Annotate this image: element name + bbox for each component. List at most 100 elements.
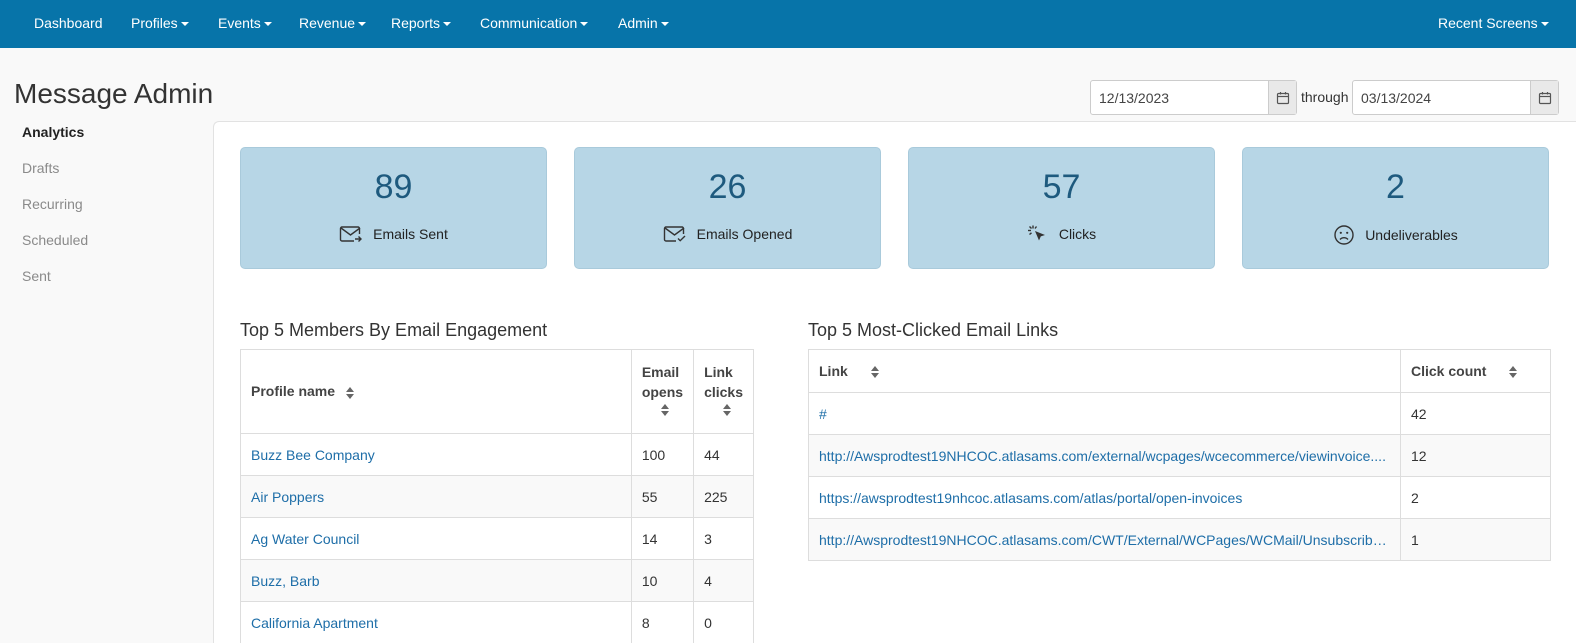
nav-communication[interactable]: Communication: [480, 15, 589, 31]
end-date-input[interactable]: 03/13/2024: [1352, 80, 1559, 115]
member-link[interactable]: California Apartment: [251, 615, 378, 631]
table-row: http://Awsprodtest19NHCOC.atlasams.com/C…: [808, 518, 1551, 561]
col-header-link-clicks[interactable]: Link clicks: [693, 349, 754, 434]
click-count-cell: 42: [1400, 392, 1551, 435]
end-date-calendar-button[interactable]: [1530, 81, 1558, 114]
email-opens-cell: 14: [630, 517, 695, 560]
stat-label-row: Undeliverables: [1243, 224, 1548, 246]
click-count-cell: 12: [1400, 434, 1551, 477]
through-label: through: [1301, 89, 1349, 105]
nav-revenue-label: Revenue: [299, 15, 356, 31]
col-header-click-count[interactable]: Click count: [1400, 349, 1551, 393]
nav-recent-screens[interactable]: Recent Screens: [1438, 15, 1549, 31]
nav-dashboard[interactable]: Dashboard: [34, 15, 103, 31]
caret-down-icon: [263, 22, 272, 27]
sidebar-item-scheduled[interactable]: Scheduled: [22, 232, 88, 248]
table-header-row: Profile name Email opens Link clicks: [240, 349, 754, 434]
stat-card-emails-sent: 89 Emails Sent: [240, 147, 547, 269]
nav-recent-label: Recent Screens: [1438, 15, 1538, 31]
member-link[interactable]: Buzz Bee Company: [251, 447, 375, 463]
stat-label-row: Emails Sent: [241, 224, 546, 244]
stat-label-row: Clicks: [909, 224, 1214, 244]
caret-down-icon: [443, 22, 452, 27]
col-header-label: Profile name: [251, 383, 336, 400]
stat-label: Undeliverables: [1365, 227, 1458, 243]
link-clicks-cell: 3: [693, 517, 754, 560]
link-clicks-cell: 44: [693, 433, 754, 476]
stat-value: 2: [1386, 168, 1405, 206]
email-opens-cell: 100: [630, 433, 695, 476]
nav-admin-label: Admin: [618, 15, 658, 31]
sidebar-item-drafts[interactable]: Drafts: [22, 160, 59, 176]
col-header-email-opens[interactable]: Email opens: [630, 349, 695, 434]
caret-down-icon: [660, 22, 669, 27]
click-count-cell: 2: [1400, 476, 1551, 519]
col-header-profile-name[interactable]: Profile name: [240, 349, 632, 434]
stat-label: Emails Opened: [696, 226, 793, 242]
nav-profiles-label: Profiles: [131, 15, 178, 31]
email-opens-cell: 8: [630, 601, 695, 643]
nav-profiles[interactable]: Profiles: [131, 15, 189, 31]
member-link[interactable]: Ag Water Council: [251, 531, 359, 547]
start-date-value: 12/13/2023: [1099, 90, 1170, 106]
link-clicks-cell: 225: [693, 475, 754, 518]
stat-card-clicks: 57 Clicks: [908, 147, 1215, 269]
col-header-label: Email: [641, 363, 680, 380]
sad-face-icon: [1334, 225, 1354, 245]
table-header-row: Link Click count: [808, 349, 1551, 393]
calendar-icon: [1538, 91, 1551, 104]
link-clicks-cell: 0: [693, 601, 754, 643]
member-link[interactable]: Air Poppers: [251, 489, 324, 505]
nav-admin[interactable]: Admin: [618, 15, 669, 31]
link-clicks-cell: 4: [693, 559, 754, 602]
stat-value: 57: [1042, 168, 1081, 206]
col-header-link[interactable]: Link: [808, 349, 1401, 393]
col-header-label: clicks: [704, 383, 743, 400]
table-row: Air Poppers 55 225: [240, 475, 754, 518]
email-link[interactable]: #: [808, 392, 1401, 435]
stat-label: Emails Sent: [373, 226, 448, 242]
start-date-input[interactable]: 12/13/2023: [1090, 80, 1297, 115]
cursor-click-icon: [1027, 225, 1045, 241]
click-count-cell: 1: [1400, 518, 1551, 561]
table-row: Buzz, Barb 10 4: [240, 559, 754, 602]
page-title: Message Admin: [14, 78, 214, 109]
nav-reports-label: Reports: [391, 15, 441, 31]
email-send-icon: [339, 226, 363, 242]
email-link[interactable]: http://Awsprodtest19NHCOC.atlasams.com/C…: [808, 518, 1401, 561]
email-link[interactable]: http://Awsprodtest19NHCOC.atlasams.com/e…: [808, 434, 1401, 477]
col-header-label: Link: [704, 363, 733, 380]
stat-card-emails-opened: 26 Emails Opened: [574, 147, 881, 269]
email-opens-cell: 55: [630, 475, 695, 518]
stat-value: 26: [708, 168, 747, 206]
stat-label: Clicks: [1058, 226, 1097, 242]
email-check-icon: [663, 226, 686, 242]
nav-communication-label: Communication: [480, 15, 578, 31]
sort-icon: [660, 403, 669, 416]
sidebar-item-sent[interactable]: Sent: [22, 268, 51, 284]
calendar-icon: [1276, 91, 1289, 104]
nav-revenue[interactable]: Revenue: [299, 15, 367, 31]
sidebar-item-analytics[interactable]: Analytics: [22, 124, 84, 140]
table-row: California Apartment 8 0: [240, 601, 754, 643]
sort-icon: [723, 403, 732, 416]
table-row: Buzz Bee Company 100 44: [240, 433, 754, 476]
email-link[interactable]: https://awsprodtest19nhcoc.atlasams.com/…: [808, 476, 1401, 519]
caret-down-icon: [180, 22, 189, 27]
email-opens-cell: 10: [630, 559, 695, 602]
members-section-title: Top 5 Members By Email Engagement: [240, 320, 548, 340]
table-row: # 42: [808, 392, 1551, 435]
nav-reports[interactable]: Reports: [391, 15, 452, 31]
col-header-label: opens: [641, 383, 684, 400]
table-row: https://awsprodtest19nhcoc.atlasams.com/…: [808, 476, 1551, 519]
member-link[interactable]: Buzz, Barb: [251, 573, 319, 589]
nav-events-label: Events: [218, 15, 261, 31]
start-date-calendar-button[interactable]: [1268, 81, 1296, 114]
stat-card-undeliverables: 2 Undeliverables: [1242, 147, 1549, 269]
sidebar-item-recurring[interactable]: Recurring: [22, 196, 83, 212]
sort-icon: [1509, 366, 1518, 379]
nav-events[interactable]: Events: [218, 15, 272, 31]
caret-down-icon: [358, 22, 367, 27]
stat-label-row: Emails Opened: [575, 224, 880, 244]
col-header-label: Link: [819, 362, 848, 379]
